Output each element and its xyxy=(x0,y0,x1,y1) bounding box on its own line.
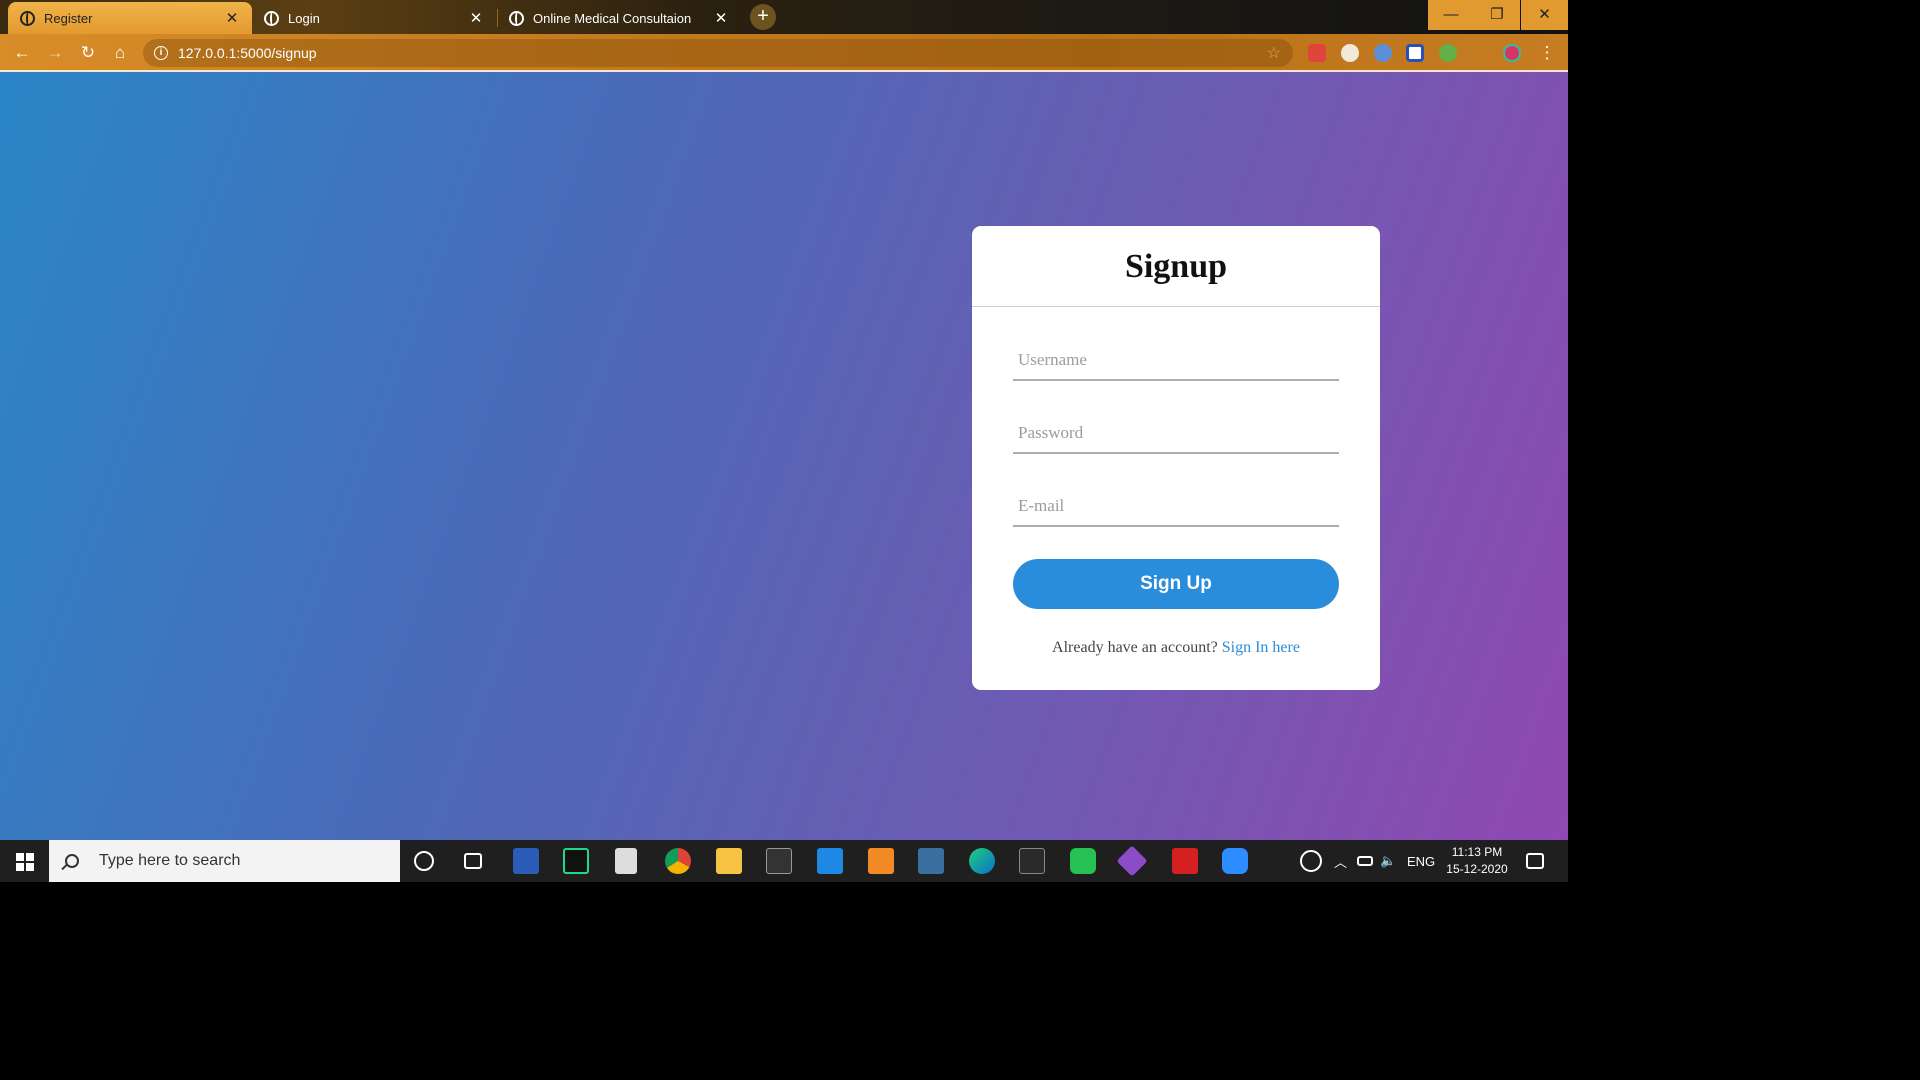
signup-button[interactable]: Sign Up xyxy=(1013,559,1339,609)
mouse-extension-icon[interactable] xyxy=(1341,44,1359,62)
signin-prompt: Already have an account? Sign In here xyxy=(972,639,1380,657)
acrobat-icon[interactable] xyxy=(1172,848,1198,874)
battery-icon[interactable] xyxy=(1357,856,1373,866)
close-tab-icon[interactable]: ✕ xyxy=(224,9,240,27)
zoom-icon[interactable] xyxy=(1222,848,1248,874)
signin-link[interactable]: Sign In here xyxy=(1222,639,1300,656)
git-kraken-icon[interactable] xyxy=(1116,845,1148,877)
vscode-icon[interactable] xyxy=(817,848,843,874)
shield-extension-icon[interactable] xyxy=(1308,44,1326,62)
notifications-icon[interactable] xyxy=(1526,853,1544,869)
reload-button[interactable]: ↻ xyxy=(77,42,99,64)
minimize-button[interactable]: — xyxy=(1428,0,1474,30)
tab-login[interactable]: Login ✕ xyxy=(252,2,496,34)
puzzle-extensions-icon[interactable] xyxy=(1471,44,1489,62)
start-button[interactable] xyxy=(0,840,48,882)
tab-title: Login xyxy=(288,10,320,26)
calculator-icon[interactable] xyxy=(615,848,637,874)
taskbar-clock[interactable]: 11:13 PM 15-12-2020 xyxy=(1440,844,1514,878)
leaf-extension-icon[interactable] xyxy=(1439,44,1457,62)
clock-date: 15-12-2020 xyxy=(1446,862,1508,876)
edge-icon[interactable] xyxy=(969,848,995,874)
signup-title: Signup xyxy=(972,226,1380,307)
signup-card: Signup Sign Up Already have an account? … xyxy=(972,226,1380,690)
search-icon xyxy=(65,854,79,868)
whatsapp-icon[interactable] xyxy=(1070,848,1096,874)
signin-prompt-text: Already have an account? xyxy=(1052,639,1218,656)
help-icon[interactable] xyxy=(1300,850,1322,872)
back-button[interactable]: ← xyxy=(11,42,33,64)
close-tab-icon[interactable]: ✕ xyxy=(468,9,484,27)
tab-online-medical[interactable]: Online Medical Consultaion ✕ xyxy=(497,2,741,34)
windows-logo-icon xyxy=(16,853,24,861)
tab-register[interactable]: Register ✕ xyxy=(8,2,252,34)
maximize-button[interactable]: ❐ xyxy=(1474,0,1520,30)
taskbar-search-box[interactable]: Type here to search xyxy=(49,840,400,882)
mysql-shell-icon[interactable] xyxy=(1019,848,1045,874)
chrome-icon[interactable] xyxy=(665,848,691,874)
word-icon[interactable] xyxy=(513,848,539,874)
profile-avatar[interactable] xyxy=(1503,44,1521,62)
new-tab-button[interactable]: + xyxy=(750,4,776,30)
site-info-icon[interactable]: i xyxy=(154,46,168,60)
globe-icon xyxy=(509,10,524,26)
close-tab-icon[interactable]: ✕ xyxy=(713,9,729,27)
browser-toolbar: ← → ↻ ⌂ i 127.0.0.1:5000/signup ☆ ⋮ xyxy=(0,34,1568,72)
cortana-icon[interactable] xyxy=(414,851,434,871)
email-input[interactable] xyxy=(1013,487,1339,527)
tray-overflow-icon[interactable]: ︿ xyxy=(1334,840,1347,882)
task-view-icon[interactable] xyxy=(464,853,482,869)
terminal-icon[interactable] xyxy=(766,848,792,874)
bookmark-star-icon[interactable]: ☆ xyxy=(1267,43,1281,63)
flag-extension-icon[interactable] xyxy=(1406,44,1424,62)
close-window-button[interactable]: ✕ xyxy=(1521,0,1568,30)
username-input[interactable] xyxy=(1013,341,1339,381)
home-button[interactable]: ⌂ xyxy=(109,42,131,64)
forward-button[interactable]: → xyxy=(44,42,66,64)
globe-icon xyxy=(20,10,35,26)
search-placeholder: Type here to search xyxy=(99,852,241,869)
clock-time: 11:13 PM xyxy=(1451,845,1503,859)
password-input[interactable] xyxy=(1013,414,1339,454)
url-text[interactable]: 127.0.0.1:5000/signup xyxy=(178,45,317,61)
tab-title: Register xyxy=(44,10,93,26)
browser-tab-strip: Register ✕ Login ✕ Online Medical Consul… xyxy=(0,0,1568,34)
tab-title: Online Medical Consultaion xyxy=(533,10,692,26)
address-bar[interactable]: i 127.0.0.1:5000/signup ☆ xyxy=(143,39,1293,67)
sublime-icon[interactable] xyxy=(868,848,894,874)
page-background: Signup Sign Up Already have an account? … xyxy=(0,72,1568,840)
windows-taskbar: Type here to search ︿ 🔈 ENG 11:13 PM 15-… xyxy=(0,840,1568,882)
browser-menu-icon[interactable]: ⋮ xyxy=(1536,42,1558,64)
language-indicator[interactable]: ENG xyxy=(1407,840,1435,882)
mysql-workbench-icon[interactable] xyxy=(918,848,944,874)
translate-extension-icon[interactable] xyxy=(1374,44,1392,62)
volume-icon[interactable]: 🔈 xyxy=(1380,840,1396,882)
pycharm-icon[interactable] xyxy=(563,848,589,874)
globe-icon xyxy=(264,10,279,26)
file-explorer-icon[interactable] xyxy=(716,848,742,874)
